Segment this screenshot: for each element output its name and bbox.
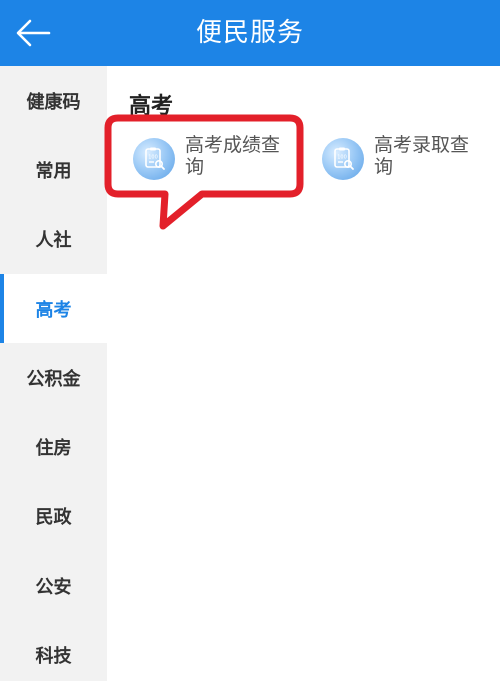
service-label: 高考录取查询	[374, 134, 470, 178]
sidebar-item-health-code[interactable]: 健康码	[0, 66, 107, 135]
sidebar-item-common[interactable]: 常用	[0, 135, 107, 204]
service-exam-score-query[interactable]: 100 高考成绩查询	[133, 134, 297, 180]
page-title: 便民服务	[195, 18, 304, 48]
sidebar-item-technology[interactable]: 科技	[0, 620, 107, 681]
sidebar-item-public-security[interactable]: 公安	[0, 551, 107, 620]
exam-admission-icon: 100	[322, 138, 364, 180]
svg-text:100: 100	[148, 155, 158, 161]
service-panel: 高考 100 高考成绩查询 100 高考录取查询	[107, 66, 500, 681]
sidebar-item-housing[interactable]: 住房	[0, 412, 107, 481]
exam-score-icon: 100	[133, 138, 175, 180]
category-sidebar: 健康码 常用 人社 高考 公积金 住房 民政 公安 科技	[0, 66, 107, 681]
service-label: 高考成绩查询	[185, 134, 281, 178]
arrow-left-icon	[16, 19, 51, 47]
app-header: 便民服务	[0, 0, 500, 66]
svg-text:100: 100	[337, 155, 347, 161]
sidebar-item-social-security[interactable]: 人社	[0, 205, 107, 274]
sidebar-item-civil-affairs[interactable]: 民政	[0, 482, 107, 551]
sidebar-item-gaokao[interactable]: 高考	[0, 273, 107, 344]
section-title: 高考	[129, 94, 174, 119]
back-button[interactable]	[10, 10, 56, 56]
sidebar-item-housing-fund[interactable]: 公积金	[0, 343, 107, 412]
service-exam-admission-query[interactable]: 100 高考录取查询	[322, 134, 486, 180]
